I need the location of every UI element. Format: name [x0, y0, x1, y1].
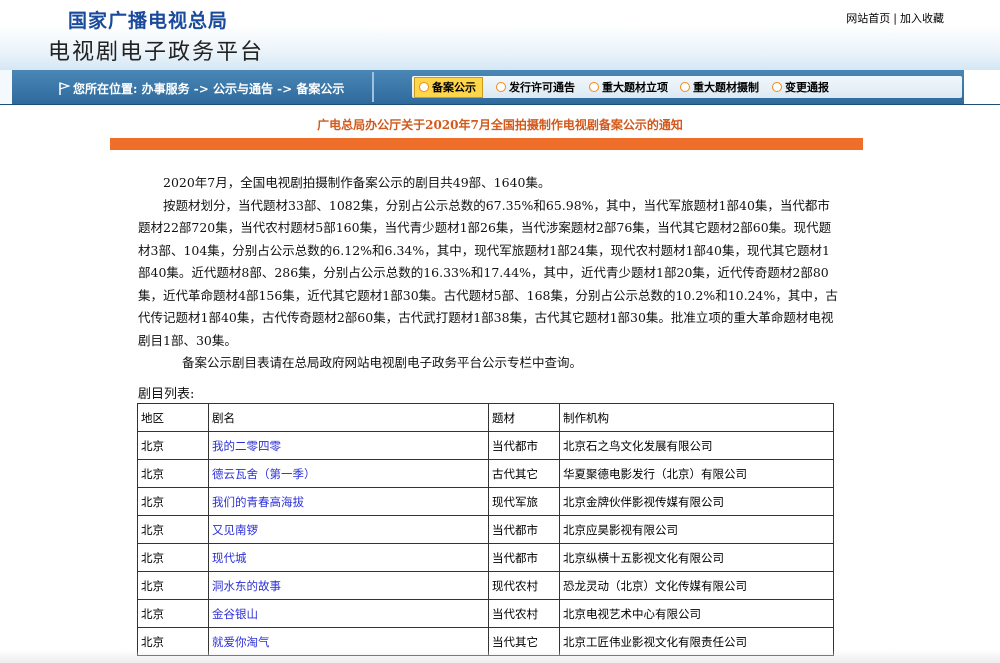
- cell-genre: 当代都市: [488, 543, 560, 572]
- notice-paragraph: 2020年7月，全国电视剧拍摄制作备案公示的剧目共49部、1640集。: [163, 175, 551, 190]
- tab-label: 变更通报: [785, 81, 829, 94]
- tab-release-license[interactable]: 发行许可通告: [496, 79, 575, 95]
- notice-title: 广电总局办公厅关于2020年7月全国拍摄制作电视剧备案公示的通知: [317, 118, 683, 132]
- radio-circle-icon: [680, 82, 690, 92]
- cell-producer: 北京金牌伙伴影视传媒有限公司: [559, 487, 834, 516]
- table-row: 北京 洞水东的故事 现代农村 恐龙灵动（北京）文化传媒有限公司: [137, 571, 834, 600]
- table-row: 北京 又见南锣 当代都市 北京应昊影视有限公司: [137, 515, 834, 544]
- drama-table: 地区 剧名 题材 制作机构 北京 我的二零四零 当代都市 北京石之鸟文化发展有限…: [137, 403, 834, 656]
- cell-region: 北京: [137, 487, 209, 516]
- top-links: 网站首页 | 加入收藏: [846, 10, 944, 26]
- notice-paragraph: 备案公示剧目表请在总局政府网站电视剧电子政务平台公示专栏中查询。: [182, 355, 583, 370]
- radio-circle-icon: [772, 82, 782, 92]
- table-row: 北京 我的二零四零 当代都市 北京石之鸟文化发展有限公司: [137, 431, 834, 460]
- platform-title: 电视剧电子政务平台: [48, 40, 265, 65]
- radio-circle-icon: [589, 82, 599, 92]
- tab-change-notice[interactable]: 变更通报: [772, 79, 829, 95]
- cell-region: 北京: [137, 599, 209, 628]
- notice-paragraph: 按题材划分，当代题材33部、1082集，分别占公示总数的67.35%和65.98…: [138, 197, 838, 348]
- header-region: 地区: [137, 403, 209, 432]
- tab-label: 发行许可通告: [509, 81, 575, 94]
- cell-producer: 北京应昊影视有限公司: [559, 515, 834, 544]
- table-row: 北京 德云瓦舍（第一季） 古代其它 华夏聚德电影发行（北京）有限公司: [137, 459, 834, 488]
- title-underline-bar: [110, 138, 863, 150]
- radio-circle-icon: [419, 82, 429, 92]
- table-header-row: 地区 剧名 题材 制作机构: [137, 403, 834, 432]
- cell-genre: 当代农村: [488, 599, 560, 628]
- cell-producer: 华夏聚德电影发行（北京）有限公司: [559, 459, 834, 488]
- agency-logo-text: 国家广播电视总局: [68, 10, 229, 32]
- nav-left-cap: [0, 70, 12, 104]
- cell-producer: 北京纵横十五影视文化有限公司: [559, 543, 834, 572]
- tab-label: 重大题材摄制: [693, 81, 759, 94]
- add-favorite-link[interactable]: 加入收藏: [900, 12, 944, 25]
- cell-region: 北京: [137, 515, 209, 544]
- tab-major-project-filming[interactable]: 重大题材摄制: [680, 79, 759, 95]
- cell-genre: 古代其它: [488, 459, 560, 488]
- notice-tabs: 备案公示 发行许可通告 重大题材立项 重大题材摄制 变更通报: [412, 76, 962, 98]
- drama-title-link[interactable]: 德云瓦舍（第一季）: [208, 459, 489, 488]
- cell-producer: 北京电视艺术中心有限公司: [559, 599, 834, 628]
- cell-region: 北京: [137, 459, 209, 488]
- cell-producer: 恐龙灵动（北京）文化传媒有限公司: [559, 571, 834, 600]
- breadcrumb: 您所在位置: 办事服务 -> 公示与通告 -> 备案公示: [58, 80, 344, 97]
- cell-genre: 当代都市: [488, 515, 560, 544]
- home-link[interactable]: 网站首页: [846, 12, 890, 25]
- table-row: 北京 金谷银山 当代农村 北京电视艺术中心有限公司: [137, 599, 834, 628]
- cell-genre: 当代都市: [488, 431, 560, 460]
- table-row: 北京 我们的青春高海拔 现代军旅 北京金牌伙伴影视传媒有限公司: [137, 487, 834, 516]
- cell-region: 北京: [137, 571, 209, 600]
- cell-genre: 现代农村: [488, 571, 560, 600]
- nav-divider: [372, 72, 374, 102]
- header-producer: 制作机构: [559, 403, 834, 432]
- header-genre: 题材: [488, 403, 560, 432]
- drama-title-link[interactable]: 金谷银山: [208, 599, 489, 628]
- cell-genre: 现代军旅: [488, 487, 560, 516]
- drama-title-link[interactable]: 又见南锣: [208, 515, 489, 544]
- drama-list-title: 剧目列表:: [138, 387, 195, 402]
- link-separator: |: [893, 12, 897, 25]
- site-header: 国家广播电视总局 电视剧电子政务平台 网站首页 | 加入收藏: [0, 0, 1000, 70]
- cell-region: 北京: [137, 543, 209, 572]
- header-title: 剧名: [208, 403, 489, 432]
- tab-label: 重大题材立项: [602, 81, 668, 94]
- drama-title-link[interactable]: 现代城: [208, 543, 489, 572]
- cell-producer: 北京石之鸟文化发展有限公司: [559, 431, 834, 460]
- drama-title-link[interactable]: 洞水东的故事: [208, 571, 489, 600]
- table-row: 北京 现代城 当代都市 北京纵横十五影视文化有限公司: [137, 543, 834, 572]
- tab-major-project-approval[interactable]: 重大题材立项: [589, 79, 668, 95]
- cell-region: 北京: [137, 431, 209, 460]
- nav-right-cap: [964, 70, 1000, 104]
- tab-label: 备案公示: [432, 81, 476, 94]
- notice-body: 2020年7月，全国电视剧拍摄制作备案公示的剧目共49部、1640集。 按题材划…: [138, 172, 838, 375]
- bottom-fade: [0, 650, 1000, 663]
- radio-circle-icon: [496, 82, 506, 92]
- drama-title-link[interactable]: 我们的青春高海拔: [208, 487, 489, 516]
- breadcrumb-text: 您所在位置: 办事服务 -> 公示与通告 -> 备案公示: [73, 82, 345, 96]
- flag-icon: [59, 82, 70, 95]
- tab-filing-notice[interactable]: 备案公示: [414, 77, 483, 98]
- drama-title-link[interactable]: 我的二零四零: [208, 431, 489, 460]
